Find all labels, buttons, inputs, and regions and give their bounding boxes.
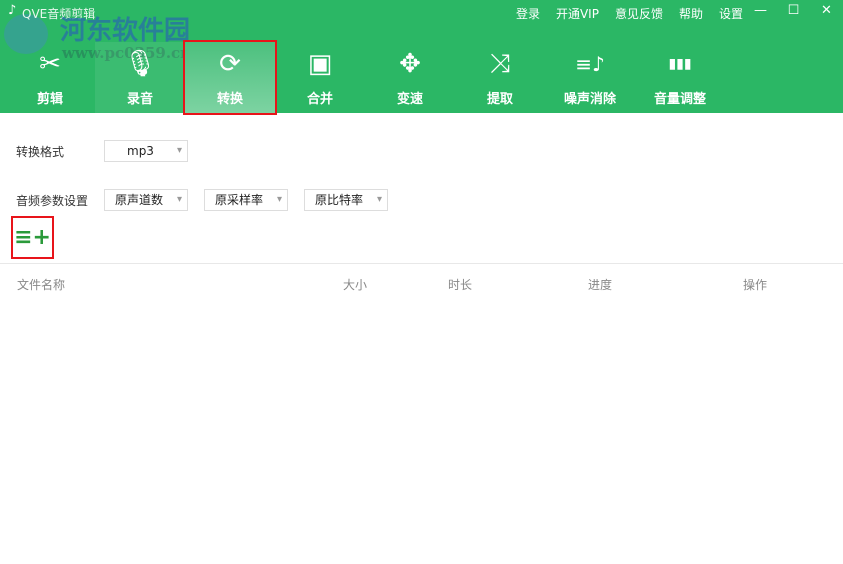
col-progress: 进度 xyxy=(588,278,613,292)
tab-label: 录音 xyxy=(126,92,153,107)
tab-cut[interactable]: ✂ 剪辑 xyxy=(5,42,95,113)
microphone-icon: 🎙 xyxy=(123,49,157,79)
tab-record[interactable]: 🎙 录音 xyxy=(95,42,185,113)
format-label: 转换格式 xyxy=(16,145,65,159)
header-links: 登录 开通VIP 意见反馈 帮助 设置 xyxy=(516,5,743,22)
tab-volume[interactable]: ▮▮▮ 音量调整 xyxy=(635,42,725,113)
app-icon: ♪ xyxy=(8,3,17,18)
divider xyxy=(0,263,843,264)
tab-extract[interactable]: ⤨ 提取 xyxy=(455,42,545,113)
tab-convert[interactable]: ⟳ 转换 xyxy=(183,40,277,115)
tab-label: 合并 xyxy=(306,92,333,107)
col-duration: 时长 xyxy=(448,278,473,292)
merge-icon: ▣ xyxy=(307,49,333,79)
close-button[interactable]: ✕ xyxy=(810,0,843,22)
format-select[interactable]: mp3 xyxy=(104,140,188,162)
gamepad-icon: ✥ xyxy=(399,49,421,79)
vip-link[interactable]: 开通VIP xyxy=(556,5,599,22)
scissors-icon: ✂ xyxy=(39,49,61,79)
col-actions: 操作 xyxy=(743,278,768,292)
col-size: 大小 xyxy=(343,278,368,292)
tab-label: 噪声消除 xyxy=(563,92,616,107)
bar-chart-icon: ▮▮▮ xyxy=(668,56,692,72)
tab-label: 音量调整 xyxy=(653,92,706,107)
add-file-button[interactable]: ≡+ xyxy=(11,216,54,259)
maximize-button[interactable]: ☐ xyxy=(777,0,810,22)
tab-speed[interactable]: ✥ 变速 xyxy=(365,42,455,113)
tab-label: 变速 xyxy=(396,92,423,107)
login-link[interactable]: 登录 xyxy=(516,5,540,22)
shuffle-icon: ⤨ xyxy=(489,49,511,79)
playlist-music-icon: ≡♪ xyxy=(575,52,605,76)
feedback-link[interactable]: 意见反馈 xyxy=(615,5,663,22)
bitrate-select[interactable]: 原比特率 xyxy=(304,189,388,211)
help-link[interactable]: 帮助 xyxy=(679,5,703,22)
tab-label: 转换 xyxy=(216,92,243,107)
tab-denoise[interactable]: ≡♪ 噪声消除 xyxy=(545,42,635,113)
refresh-icon: ⟳ xyxy=(219,49,241,79)
params-label: 音频参数设置 xyxy=(16,194,89,208)
tab-label: 提取 xyxy=(486,92,513,107)
settings-link[interactable]: 设置 xyxy=(719,5,743,22)
header-bar: ♪ QVE音频剪辑 河东软件园 www.pc0359.cn 登录 开通VIP 意… xyxy=(0,0,843,115)
minimize-button[interactable]: — xyxy=(744,0,777,22)
channels-select[interactable]: 原声道数 xyxy=(104,189,188,211)
playlist-add-icon: ≡+ xyxy=(14,225,51,250)
tab-label: 剪辑 xyxy=(36,92,63,107)
sample-rate-select[interactable]: 原采样率 xyxy=(204,189,288,211)
tab-merge[interactable]: ▣ 合并 xyxy=(275,42,365,113)
col-filename: 文件名称 xyxy=(17,278,66,292)
